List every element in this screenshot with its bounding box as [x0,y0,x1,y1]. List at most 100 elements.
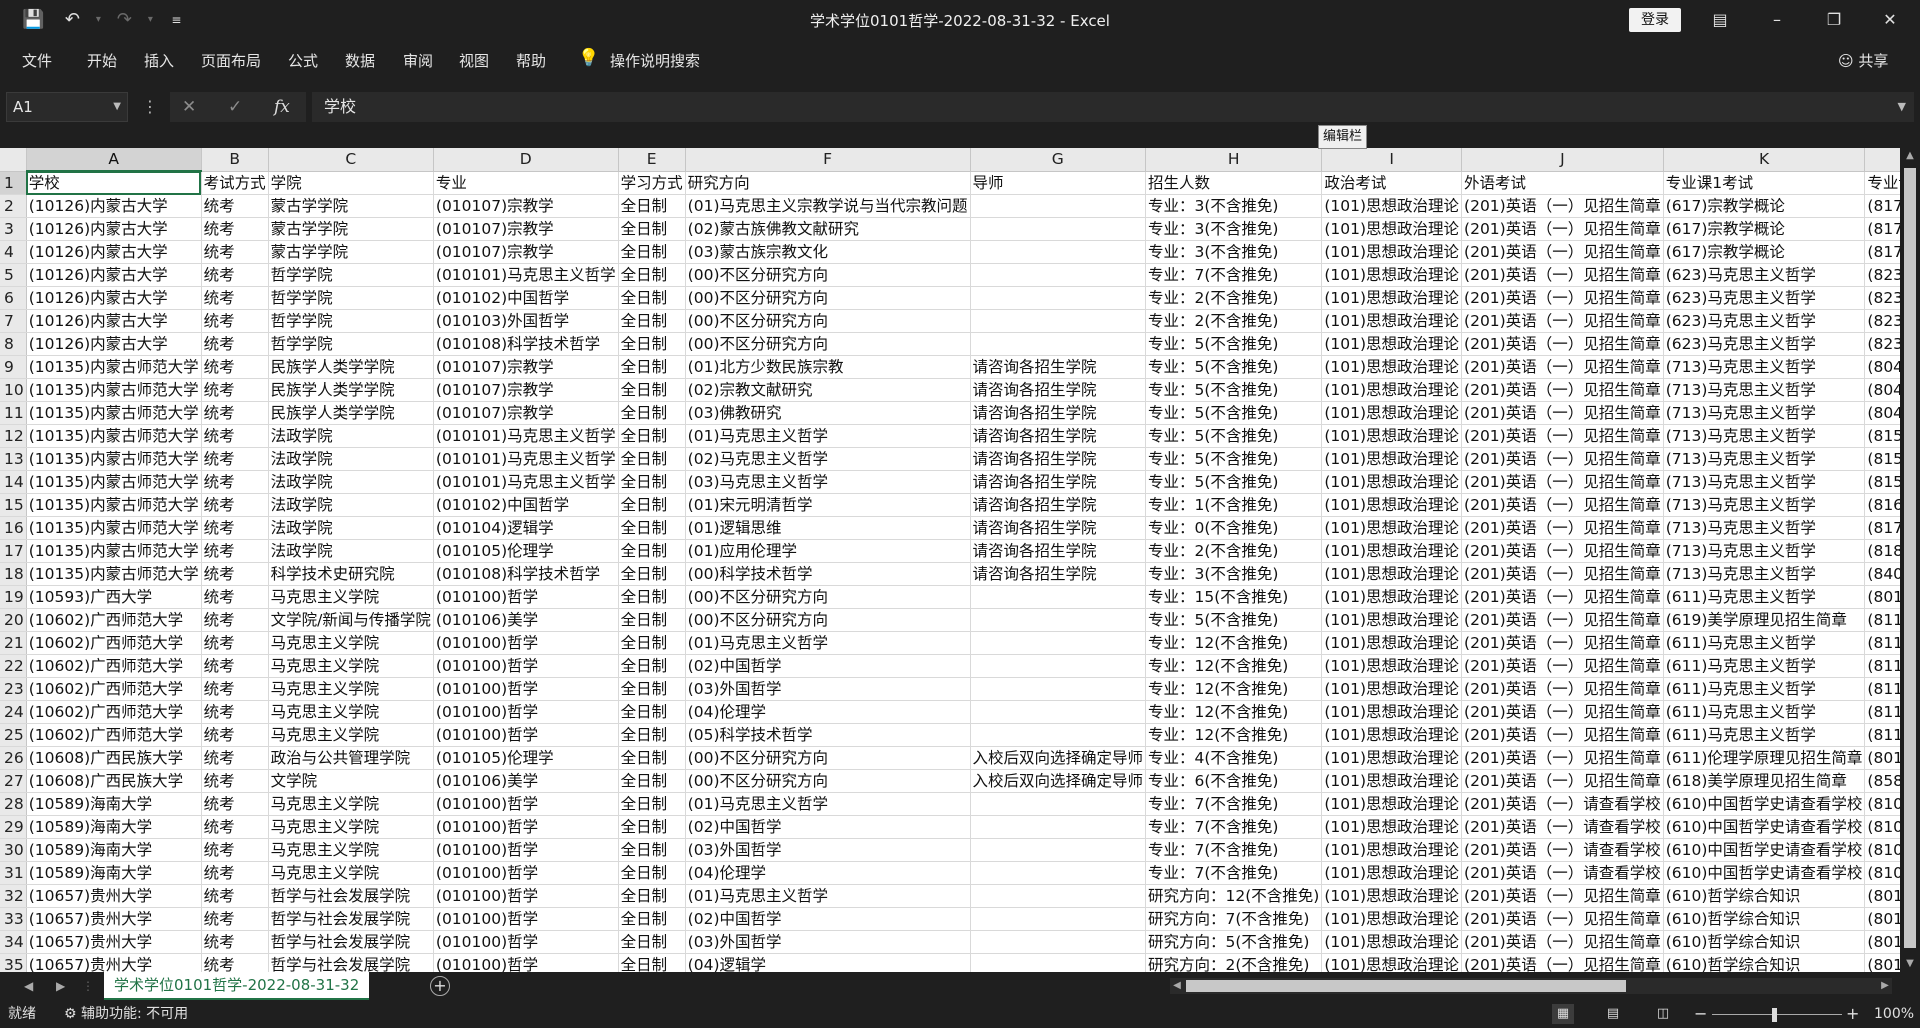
cell[interactable]: (858)美学史见招生简章 [1864,769,1900,793]
cell[interactable]: (101)思想政治理论 [1321,493,1463,517]
add-sheet-icon[interactable]: + [430,976,450,996]
cell[interactable]: 全日制 [618,355,686,379]
vertical-scroll-thumb[interactable] [1904,168,1916,948]
share-button[interactable]: ☺ 共享 [1838,50,1888,71]
cell[interactable]: (610)中国哲学史请查看学校 [1663,838,1866,862]
cell[interactable]: 专业：15(不含推免) [1145,585,1323,609]
more-options-icon[interactable]: ⋮ [142,92,158,122]
cell[interactable]: 全日制 [618,585,686,609]
cell[interactable]: 全日制 [618,263,686,287]
cell[interactable]: 研究方向：5(不含推免) [1145,930,1323,954]
cell[interactable]: (10126)内蒙古大学 [26,217,202,241]
cell[interactable]: 统考 [201,194,269,218]
cell[interactable]: (713)马克思主义哲学 [1663,355,1866,379]
cell[interactable]: (10135)内蒙古师范大学 [26,539,202,563]
cell[interactable]: 全日制 [618,194,686,218]
insert-function-icon[interactable]: fx [274,92,290,122]
cell[interactable]: (010107)宗教学 [433,378,619,402]
row-header[interactable]: 34 [0,930,27,954]
cell[interactable]: (10602)广西师范大学 [26,654,202,678]
cell[interactable]: 民族学人类学学院 [268,355,434,379]
cell[interactable]: 全日制 [618,286,686,310]
cell[interactable]: (811)西方哲学史见招生简章 [1864,608,1900,632]
cell[interactable]: 专业：5(不含推免) [1145,608,1323,632]
row-header[interactable]: 2 [0,194,27,218]
cell[interactable]: (010107)宗教学 [433,194,619,218]
cell[interactable]: (101)思想政治理论 [1321,447,1463,471]
cell[interactable] [970,884,1147,908]
cell[interactable]: (823)哲学综合 [1864,263,1900,287]
cell[interactable]: (713)马克思主义哲学 [1663,424,1866,448]
column-header-a[interactable]: A [26,148,202,172]
cell[interactable]: (10126)内蒙古大学 [26,286,202,310]
cell[interactable]: (00)不区分研究方向 [685,769,971,793]
cell[interactable]: 科学技术史研究院 [268,562,434,586]
column-header-e[interactable]: E [618,148,686,172]
cell[interactable]: 全日制 [618,907,686,931]
menu-file[interactable]: 文件 [22,50,52,71]
cell[interactable]: (010108)科学技术哲学 [433,332,619,356]
column-header-h[interactable]: H [1145,148,1323,172]
cell[interactable]: 马克思主义学院 [268,585,434,609]
cell[interactable]: (101)思想政治理论 [1321,746,1463,770]
cell[interactable]: (201)英语（一）见招生简章 [1461,585,1664,609]
row-header[interactable]: 21 [0,631,27,655]
tell-me-search[interactable]: 操作说明搜索 [610,50,700,71]
cell[interactable]: 统考 [201,861,269,885]
cell[interactable] [970,194,1147,218]
cell[interactable]: (01)逻辑思维 [685,516,971,540]
cell[interactable]: 马克思主义学院 [268,631,434,655]
cell[interactable]: 统考 [201,769,269,793]
row-header[interactable]: 1 [0,171,27,195]
cell[interactable]: 哲学学院 [268,332,434,356]
cell[interactable]: (713)马克思主义哲学 [1663,516,1866,540]
cell[interactable]: 请咨询各招生学院 [970,401,1147,425]
cell[interactable]: 全日制 [618,769,686,793]
cell[interactable]: (101)思想政治理论 [1321,677,1463,701]
column-header-d[interactable]: D [433,148,619,172]
cell[interactable]: 马克思主义学院 [268,654,434,678]
cell[interactable]: (101)思想政治理论 [1321,470,1463,494]
ribbon-display-icon[interactable]: ▤ [1706,6,1734,34]
cell[interactable]: 哲学学院 [268,309,434,333]
cell[interactable]: 招生人数 [1145,171,1323,195]
cell[interactable]: (10135)内蒙古师范大学 [26,447,202,471]
cell[interactable]: (10657)贵州大学 [26,907,202,931]
cell[interactable]: 统考 [201,631,269,655]
cell[interactable]: 统考 [201,792,269,816]
cell[interactable]: 专业：3(不含推免) [1145,217,1323,241]
cell[interactable]: (201)英语（一）见招生简章 [1461,286,1664,310]
horizontal-scroll-thumb[interactable] [1186,980,1626,992]
restore-icon[interactable]: ❐ [1820,6,1848,34]
cell[interactable]: 专业：5(不含推免) [1145,332,1323,356]
cell[interactable]: (101)思想政治理论 [1321,631,1463,655]
cell[interactable]: (201)英语（一）见招生简章 [1461,608,1664,632]
cell[interactable]: (619)美学原理见招生简章 [1663,608,1866,632]
cell[interactable]: 专业：3(不含推免) [1145,562,1323,586]
cell[interactable]: (010100)哲学 [433,723,619,747]
cell[interactable]: (101)思想政治理论 [1321,815,1463,839]
cell[interactable]: (02)中国哲学 [685,815,971,839]
cell[interactable]: (801)中西哲学史1、《西方哲学史》 [1864,907,1900,931]
cell[interactable]: (611)马克思主义哲学 [1663,585,1866,609]
row-header[interactable]: 23 [0,677,27,701]
cell[interactable]: (201)英语（一）见招生简章 [1461,631,1664,655]
cell[interactable]: 统考 [201,815,269,839]
zoom-out-button[interactable]: − [1694,1000,1707,1028]
cell[interactable]: (811)西方哲学史见招生简章 [1864,654,1900,678]
cell[interactable]: 哲学与社会发展学院 [268,953,434,972]
cell[interactable]: 专业：7(不含推免) [1145,263,1323,287]
cell[interactable]: (610)中国哲学史请查看学校 [1663,792,1866,816]
cell[interactable]: 专业 [433,171,619,195]
cell[interactable]: 马克思主义学院 [268,700,434,724]
cell[interactable]: (811)西方哲学史见招生简章 [1864,631,1900,655]
cell[interactable]: (618)美学原理见招生简章 [1663,769,1866,793]
cell[interactable]: 专业：5(不含推免) [1145,447,1323,471]
cell[interactable]: 统考 [201,838,269,862]
column-header-g[interactable]: G [970,148,1147,172]
cell[interactable]: (010102)中国哲学 [433,286,619,310]
cell[interactable]: 入校后双向选择确定导师 [970,746,1147,770]
cell[interactable]: (010100)哲学 [433,884,619,908]
cell[interactable]: (010103)外国哲学 [433,309,619,333]
cell[interactable]: (10602)广西师范大学 [26,631,202,655]
